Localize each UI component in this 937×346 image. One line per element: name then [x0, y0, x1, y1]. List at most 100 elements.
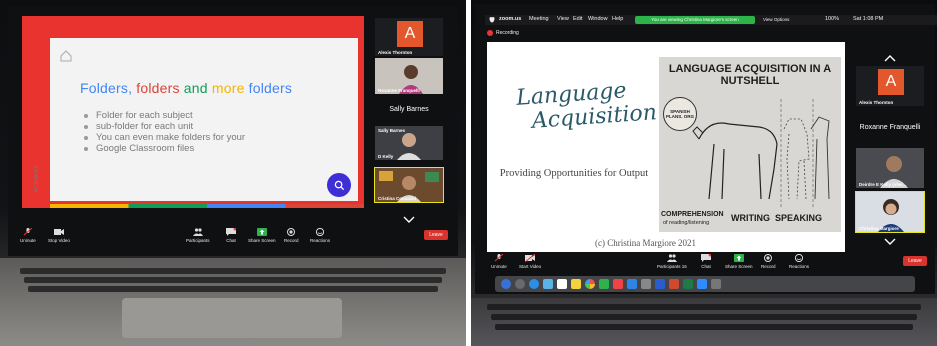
slide-copyright: (c) Christina Margiore 2021	[595, 238, 697, 248]
shared-slide-folders: Folders, folders and more folders Folder…	[22, 16, 364, 208]
participant-name: D Kelly	[378, 154, 394, 159]
participant-tile[interactable]: Roxanne Franquelli	[375, 58, 443, 94]
finder-icon[interactable]	[501, 279, 511, 289]
video-camera-icon	[53, 229, 64, 235]
keyboard-row	[24, 277, 442, 283]
label-speaking: SPEAKING	[775, 213, 823, 223]
participant-count: 16	[681, 264, 687, 269]
recording-dot-icon	[487, 30, 493, 36]
right-laptop-screen: zoom.us Meeting View Edit Window Help 10…	[475, 4, 937, 294]
participant-tile[interactable]: A Alexis Thornton	[856, 66, 924, 106]
participant-tile[interactable]: Deirdre E Kelly (she/...	[856, 148, 924, 188]
menu-window[interactable]: Window	[588, 16, 608, 22]
reactions-icon	[794, 254, 804, 262]
launchpad-icon[interactable]	[515, 279, 525, 289]
chevron-down-icon[interactable]	[403, 216, 415, 224]
chevron-down-icon[interactable]	[884, 238, 896, 246]
chevron-up-icon[interactable]	[884, 54, 896, 62]
screen-share-banner: You are viewing Christina Margiore's scr…	[635, 16, 755, 24]
horse-drawing	[692, 99, 830, 209]
start-video-button[interactable]: Start Video	[519, 254, 541, 269]
settings-icon[interactable]	[641, 279, 651, 289]
menu-app[interactable]: zoom.us	[499, 16, 521, 22]
participant-name: Christina Margiore	[859, 226, 899, 231]
view-options-button[interactable]: View Options	[763, 17, 789, 22]
toolbar-label: Participants	[186, 238, 210, 243]
notes-icon[interactable]	[571, 279, 581, 289]
shared-slide-language-acquisition: Language Acquisition Providing Opportuni…	[487, 42, 845, 252]
chat-icon	[701, 254, 711, 262]
reactions-button[interactable]: Reactions	[310, 228, 330, 243]
keyboard-row	[495, 324, 913, 330]
record-icon	[764, 254, 773, 262]
bullet-item: Folder for each subject	[82, 110, 245, 121]
participant-tile-active[interactable]: Christina Margiore	[855, 191, 925, 233]
messages-icon[interactable]	[599, 279, 609, 289]
left-photo: Folders, folders and more folders Folder…	[0, 0, 466, 346]
chrome-icon[interactable]	[585, 279, 595, 289]
participants-button[interactable]: Participants 16	[657, 254, 687, 269]
trackpad[interactable]	[122, 298, 342, 338]
unmute-button[interactable]: Unmute	[20, 228, 36, 243]
reactions-button[interactable]: Reactions	[789, 254, 809, 269]
safari-icon[interactable]	[529, 279, 539, 289]
participant-name: Alexis Thornton	[859, 100, 894, 105]
participant-name: Deirdre E Kelly (she/...	[859, 182, 907, 187]
stop-video-button[interactable]: Stop Video	[48, 228, 70, 243]
toolbar-label: Record	[761, 264, 776, 269]
toolbar-label: Stop Video	[48, 238, 70, 243]
word-icon[interactable]	[655, 279, 665, 289]
nutshell-image: LANGUAGE ACQUISITION IN A NUTSHELL SPANI…	[659, 57, 841, 232]
toolbar-label: Chat	[226, 238, 236, 243]
excel-icon[interactable]	[683, 279, 693, 289]
search-icon	[334, 180, 344, 190]
app-store-icon[interactable]	[627, 279, 637, 289]
battery-percent: 100%	[825, 16, 840, 22]
share-screen-button[interactable]: Share Screen	[725, 254, 753, 269]
participant-tile[interactable]: Sally Barnes D Kelly	[375, 126, 443, 160]
unmute-button[interactable]: Unmute	[491, 254, 507, 269]
slide-subtitle: Providing Opportunities for Output	[499, 168, 649, 179]
menu-view[interactable]: View	[557, 16, 569, 22]
microphone-muted-icon	[494, 254, 504, 262]
keyboard-row	[20, 268, 446, 274]
calendar-icon[interactable]	[557, 279, 567, 289]
toolbar-label: Record	[284, 238, 299, 243]
participant-tile[interactable]: A Alexis Thornton	[375, 18, 443, 56]
menu-meeting[interactable]: Meeting	[529, 16, 549, 22]
record-button[interactable]: Record	[284, 228, 299, 243]
home-icon[interactable]	[60, 50, 72, 62]
chat-button[interactable]: Chat	[701, 254, 711, 269]
slide-title: Folders, folders and more folders	[80, 80, 292, 96]
toolbar-label: Reactions	[789, 264, 810, 269]
search-button[interactable]	[327, 173, 351, 197]
leave-button[interactable]: Leave	[424, 230, 448, 240]
participant-tile-active[interactable]: Cristina Concaziri	[374, 167, 444, 203]
avatar: A	[878, 69, 904, 95]
slide-bullets: Folder for each subject sub-folder for e…	[82, 110, 245, 154]
apple-icon[interactable]	[489, 16, 495, 23]
menu-help[interactable]: Help	[612, 16, 623, 22]
title-word: more	[211, 80, 245, 96]
toolbar-label: Reactions	[310, 238, 331, 243]
keyboard-row	[28, 286, 438, 292]
share-screen-button[interactable]: Share Screen	[248, 228, 276, 243]
zoom-icon[interactable]	[697, 279, 707, 289]
participant-name: Sally Barnes	[378, 128, 406, 133]
slide-color-bar	[50, 204, 364, 208]
mac-dock	[495, 276, 915, 292]
participants-button[interactable]: Participants	[186, 228, 210, 243]
powerpoint-icon[interactable]	[669, 279, 679, 289]
chat-button[interactable]: Chat	[226, 228, 236, 243]
right-photo: zoom.us Meeting View Edit Window Help 10…	[471, 0, 937, 346]
trash-icon[interactable]	[711, 279, 721, 289]
toolbar-label: Chat	[701, 264, 711, 269]
menu-edit[interactable]: Edit	[573, 16, 582, 22]
toolbar-label: Participants	[657, 264, 681, 269]
record-button[interactable]: Record	[761, 254, 776, 269]
participant-name: Cristina Concaziri	[378, 196, 417, 201]
leave-button[interactable]: Leave	[903, 256, 927, 266]
music-icon[interactable]	[613, 279, 623, 289]
mail-icon[interactable]	[543, 279, 553, 289]
microphone-muted-icon	[23, 228, 33, 236]
